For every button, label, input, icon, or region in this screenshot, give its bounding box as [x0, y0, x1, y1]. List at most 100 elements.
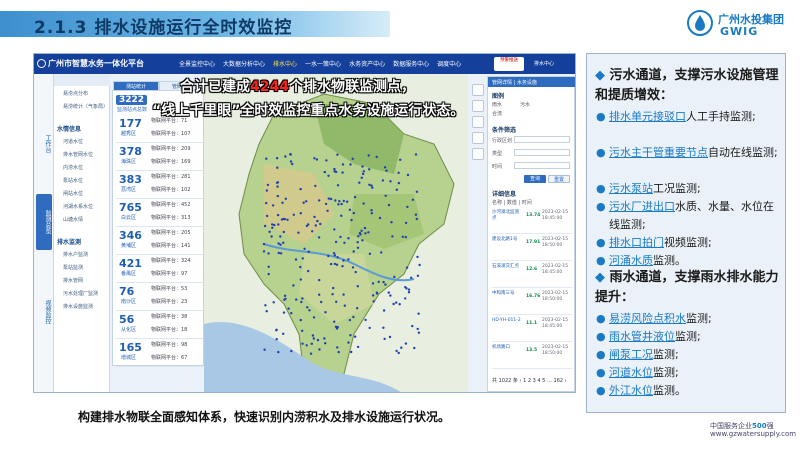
monitor-point[interactable] [307, 223, 310, 226]
monitor-point[interactable] [384, 194, 387, 197]
monitor-point[interactable] [263, 348, 266, 351]
measure-tool-icon[interactable] [472, 132, 484, 144]
monitor-point[interactable] [271, 226, 274, 229]
monitor-point[interactable] [334, 240, 338, 244]
monitor-point[interactable] [395, 188, 398, 191]
monitor-point[interactable] [313, 157, 316, 160]
monitor-point[interactable] [381, 179, 385, 182]
monitor-point[interactable] [341, 265, 344, 268]
monitor-point[interactable] [341, 163, 345, 166]
monitor-point[interactable] [329, 262, 333, 266]
monitor-point[interactable] [276, 185, 279, 188]
monitor-point[interactable] [371, 186, 374, 189]
monitor-point[interactable] [333, 320, 336, 323]
menu-item[interactable]: 水务资产中心 [349, 59, 385, 68]
monitor-point[interactable] [361, 239, 364, 242]
monitor-point[interactable] [290, 312, 293, 315]
pagination[interactable]: 共 1022 条 ‹ 1 2 3 4 5 … 162 › [492, 377, 567, 384]
tree-item[interactable]: 排水管网水位 [63, 151, 93, 158]
monitor-point[interactable] [362, 170, 365, 173]
tree-item[interactable]: 内涝水位 [63, 164, 83, 171]
monitor-point[interactable] [263, 224, 267, 228]
monitor-point[interactable] [314, 184, 317, 188]
monitor-point[interactable] [276, 213, 280, 217]
monitor-point[interactable] [275, 157, 279, 160]
monitor-point[interactable] [340, 202, 343, 206]
monitor-point[interactable] [404, 286, 407, 289]
monitor-point[interactable] [375, 155, 378, 159]
monitor-point[interactable] [356, 307, 359, 310]
monitor-point[interactable] [336, 184, 340, 187]
menu-item[interactable]: 调度中心 [437, 59, 461, 68]
monitor-point[interactable] [311, 334, 315, 337]
tree-item[interactable]: 河湖水系水位 [63, 203, 93, 210]
monitor-point[interactable] [299, 278, 302, 281]
tree-item[interactable]: 污水处理厂监测 [63, 290, 98, 297]
monitor-point[interactable] [297, 231, 300, 234]
monitor-point[interactable] [395, 349, 398, 353]
monitor-point[interactable] [301, 297, 304, 300]
monitor-point[interactable] [404, 221, 408, 225]
monitor-point[interactable] [327, 197, 330, 200]
monitor-point[interactable] [372, 300, 375, 303]
monitor-point[interactable] [318, 293, 321, 296]
monitor-point[interactable] [358, 231, 362, 235]
monitor-point[interactable] [275, 181, 279, 184]
tree-item[interactable]: 易涝点分布 [63, 90, 88, 97]
monitor-point[interactable] [292, 284, 295, 287]
legend-item-combined[interactable]: 合流 [492, 110, 502, 117]
monitor-point[interactable] [347, 237, 350, 240]
monitor-point[interactable] [300, 300, 303, 304]
monitor-point[interactable] [318, 278, 321, 282]
monitor-point[interactable] [397, 181, 401, 185]
monitor-point[interactable] [279, 252, 283, 255]
menu-item[interactable]: 数据服务中心 [393, 59, 429, 68]
monitor-point[interactable] [307, 250, 310, 253]
monitor-point[interactable] [324, 342, 327, 345]
panel-tabs[interactable]: 管网详情 | 水务设施 [492, 79, 537, 86]
district-stat-row[interactable]: 56 从化区 物联网平台：38 物联网平台：18 [116, 311, 203, 339]
monitor-point[interactable] [337, 203, 340, 206]
tree-item[interactable]: 山塘水情 [63, 216, 83, 223]
monitor-point[interactable] [312, 316, 316, 319]
monitor-point[interactable] [265, 201, 268, 205]
monitor-point[interactable] [388, 335, 392, 339]
monitor-point[interactable] [275, 329, 278, 332]
monitor-point[interactable] [356, 246, 360, 249]
monitor-point[interactable] [368, 168, 371, 171]
monitor-point[interactable] [356, 345, 360, 349]
tree-group-header[interactable]: 排水监测 [57, 237, 81, 246]
monitor-point[interactable] [324, 311, 327, 314]
tree-item[interactable]: 易涝统计（气象局） [63, 103, 108, 110]
monitor-point[interactable] [382, 309, 386, 312]
monitor-point[interactable] [314, 224, 317, 227]
monitor-point[interactable] [299, 265, 302, 269]
monitor-point[interactable] [303, 247, 306, 250]
district-stat-row[interactable]: 421 番禺区 物联网平台：324 物联网平台：97 [116, 255, 203, 283]
monitor-point[interactable] [329, 197, 333, 201]
monitor-point[interactable] [417, 312, 420, 315]
monitor-point[interactable] [331, 293, 334, 296]
monitor-point[interactable] [367, 154, 370, 157]
monitor-point[interactable] [332, 286, 335, 290]
monitor-point[interactable] [307, 269, 310, 273]
monitor-point[interactable] [411, 198, 415, 201]
zoom-in-icon[interactable] [472, 100, 484, 112]
monitor-point[interactable] [301, 257, 304, 260]
monitor-point[interactable] [378, 216, 382, 220]
monitor-point[interactable] [308, 309, 311, 312]
monitor-point[interactable] [406, 205, 409, 209]
monitor-point[interactable] [347, 258, 350, 261]
monitor-point[interactable] [324, 202, 328, 206]
district-stat-row[interactable]: 76 南沙区 物联网平台：53 物联网平台：23 [116, 283, 203, 311]
monitor-point[interactable] [318, 199, 321, 202]
monitor-point[interactable] [417, 331, 421, 334]
monitor-point[interactable] [290, 349, 293, 353]
monitor-point[interactable] [268, 230, 271, 233]
monitor-point[interactable] [267, 252, 270, 255]
district-stat-row[interactable]: 765 白云区 物联网平台：452 物联网平台：313 [116, 199, 203, 227]
monitor-point[interactable] [289, 160, 293, 163]
monitor-point[interactable] [385, 169, 388, 172]
monitor-point[interactable] [271, 223, 274, 226]
monitor-point[interactable] [362, 202, 365, 205]
